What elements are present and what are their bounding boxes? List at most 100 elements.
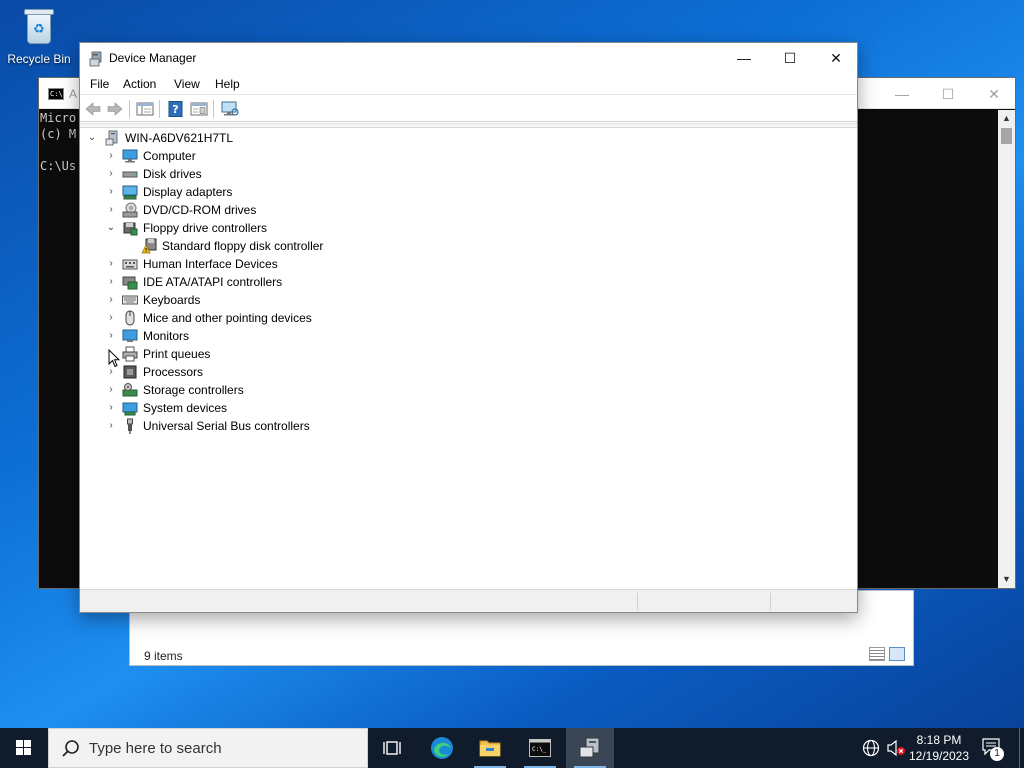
back-icon[interactable] [84, 101, 102, 117]
menu-help[interactable]: Help [215, 77, 240, 91]
svg-text:C:\_: C:\_ [532, 746, 547, 753]
usb-icon [127, 418, 133, 434]
tree-item-label: Keyboards [143, 293, 201, 307]
device-manager-icon [579, 737, 600, 758]
recycle-bin-shortcut[interactable]: ♻ Recycle Bin [4, 6, 74, 66]
edge-icon [431, 737, 453, 759]
cmd-maximize-button[interactable]: ☐ [933, 84, 963, 104]
scan-hardware-icon[interactable] [221, 101, 239, 117]
chevron-right-icon[interactable]: › [105, 417, 117, 435]
cmd-close-button[interactable]: ✕ [979, 84, 1009, 104]
taskbar-clock[interactable]: 8:18 PM 12/19/2023 [904, 732, 974, 764]
status-bar [80, 589, 857, 612]
scroll-up-icon[interactable]: ▲ [998, 110, 1015, 127]
computer-icon [122, 149, 138, 163]
large-icons-view-icon[interactable] [889, 647, 905, 661]
device-manager-titlebar[interactable]: Device Manager — ☐ ✕ [80, 43, 857, 73]
menu-view[interactable]: View [174, 77, 200, 91]
minimize-button[interactable]: — [721, 43, 767, 73]
tree-item-label: Disk drives [143, 167, 202, 181]
tree-item-label: Floppy drive controllers [143, 221, 268, 235]
tree-item-label: Monitors [143, 329, 190, 343]
svg-text:?: ? [172, 103, 178, 116]
chevron-right-icon[interactable]: › [105, 309, 117, 327]
chevron-down-icon[interactable]: ⌄ [105, 219, 117, 237]
device-manager-taskbar-button[interactable] [566, 728, 614, 768]
floppy-controller-icon [123, 222, 138, 236]
file-explorer-taskbar-button[interactable] [466, 728, 514, 768]
close-button[interactable]: ✕ [813, 43, 859, 73]
show-desktop-button[interactable] [1019, 728, 1024, 768]
windows-logo-icon [16, 740, 32, 756]
status-pane-divider [770, 593, 771, 610]
tree-item-label: Human Interface Devices [143, 257, 278, 271]
processor-icon [123, 365, 137, 379]
toolbar: ? [80, 96, 857, 122]
cmd-icon: C:\_ [529, 739, 551, 757]
cmd-taskbar-button[interactable]: C:\_ [516, 728, 564, 768]
menu-bar: File Action View Help [80, 73, 857, 95]
tree-item-label: IDE ATA/ATAPI controllers [143, 275, 283, 289]
dvd-drive-icon [122, 202, 138, 218]
properties-icon[interactable] [190, 101, 208, 117]
chevron-right-icon[interactable]: › [105, 291, 117, 309]
explorer-item-count: 9 items [144, 649, 183, 663]
chevron-right-icon[interactable]: › [105, 327, 117, 345]
cmd-vertical-scrollbar[interactable]: ▲ ▼ [998, 110, 1015, 588]
chevron-right-icon[interactable]: › [105, 165, 117, 183]
maximize-button[interactable]: ☐ [767, 43, 813, 73]
device-manager-window[interactable]: Device Manager — ☐ ✕ File Action View He… [79, 42, 858, 613]
search-placeholder: Type here to search [89, 740, 222, 757]
chevron-right-icon[interactable]: › [105, 273, 117, 291]
status-pane-divider [637, 593, 638, 610]
network-icon[interactable] [862, 739, 880, 757]
volume-muted-icon[interactable] [886, 739, 906, 757]
chevron-right-icon[interactable]: › [105, 201, 117, 219]
device-tree[interactable]: ⌄ WIN-A6DV621H7TL › Computer › Disk driv… [80, 123, 857, 590]
warning-device-icon [141, 238, 157, 254]
show-hide-console-tree-icon[interactable] [136, 101, 154, 117]
action-center-button[interactable]: 1 [978, 736, 1008, 761]
notification-count-badge: 1 [990, 747, 1004, 761]
menu-action[interactable]: Action [123, 77, 156, 91]
chevron-right-icon[interactable]: › [105, 183, 117, 201]
forward-icon[interactable] [106, 101, 124, 117]
chevron-down-icon[interactable]: ⌄ [86, 129, 98, 147]
tree-item-label: Storage controllers [143, 383, 244, 397]
tree-item-label: Print queues [143, 347, 211, 361]
clock-time: 8:18 PM [916, 733, 962, 747]
task-view-button[interactable] [368, 728, 416, 768]
help-icon[interactable]: ? [167, 101, 185, 117]
chevron-right-icon[interactable]: › [105, 255, 117, 273]
tree-item-label: System devices [143, 401, 228, 415]
tree-item-label: DVD/CD-ROM drives [143, 203, 257, 217]
chevron-right-icon[interactable]: › [105, 399, 117, 417]
taskbar: Type here to search C:\_ 8:18 PM 12/19/2… [0, 728, 1024, 768]
taskbar-search-box[interactable]: Type here to search [48, 728, 368, 768]
tree-item-label: Universal Serial Bus controllers [143, 419, 310, 433]
storage-controller-icon [122, 383, 138, 397]
recycle-bin-label: Recycle Bin [7, 52, 71, 66]
tree-header-separator [80, 124, 857, 128]
edge-taskbar-button[interactable] [418, 728, 466, 768]
search-icon [62, 740, 79, 757]
menu-file[interactable]: File [90, 77, 109, 91]
scroll-down-icon[interactable]: ▼ [998, 571, 1015, 588]
start-button[interactable] [0, 728, 48, 768]
recycle-bin-icon: ♻ [22, 6, 56, 46]
task-view-icon [383, 741, 401, 755]
tree-item-label: Display adapters [143, 185, 233, 199]
computer-name: WIN-A6DV621H7TL [125, 131, 234, 145]
file-explorer-icon [479, 740, 501, 757]
disk-drive-icon [122, 171, 138, 178]
scroll-thumb[interactable] [1001, 128, 1012, 144]
cmd-title: A [69, 87, 78, 101]
cmd-minimize-button[interactable]: — [887, 84, 917, 104]
tree-item-label: Computer [143, 149, 196, 163]
details-view-icon[interactable] [869, 647, 885, 661]
hid-icon [122, 259, 138, 270]
chevron-right-icon[interactable]: › [105, 381, 117, 399]
chevron-right-icon[interactable]: › [105, 147, 117, 165]
printer-icon [122, 346, 138, 362]
ide-controller-icon [122, 276, 138, 290]
